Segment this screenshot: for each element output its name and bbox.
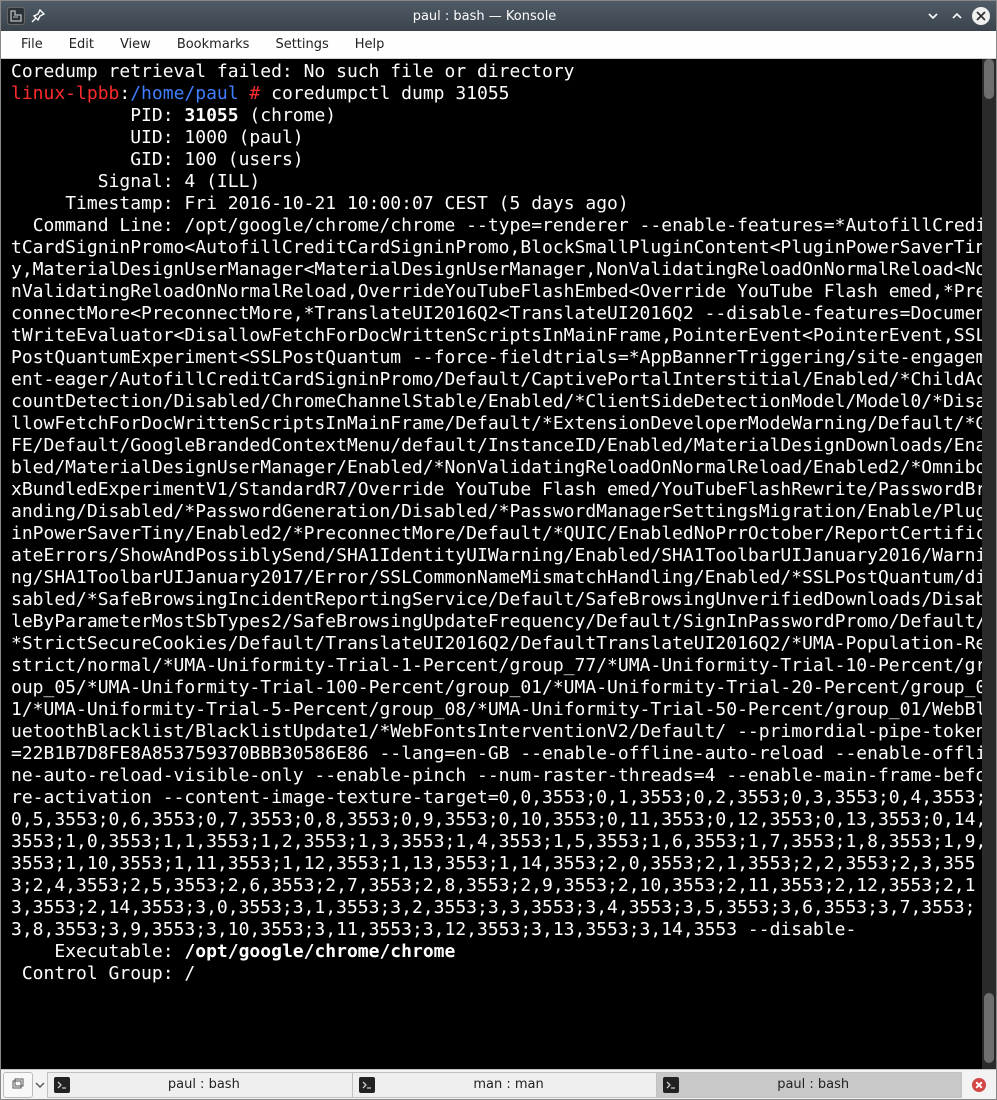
menu-help[interactable]: Help [355,37,385,52]
tab-label: man : man [385,1077,657,1092]
controlgroup-label: Control Group: [11,963,184,984]
uid-label: UID: [11,127,184,148]
close-icon [972,1078,986,1092]
gid-label: GID: [11,149,184,170]
tab-label: paul : bash [80,1077,352,1092]
timestamp-label: Timestamp: [11,193,184,214]
prompt-host: linux-lpbb [11,83,119,104]
menu-file[interactable]: File [21,37,43,52]
pin-icon[interactable] [31,9,45,23]
terminal-output[interactable]: Coredump retrieval failed: No such file … [1,59,996,1069]
executable-label: Executable: [11,941,184,962]
terminal-icon [663,1077,679,1093]
command: coredumpctl dump 31055 [271,83,509,104]
new-tab-menu-arrow-icon[interactable] [35,1072,47,1098]
terminal-icon [359,1077,375,1093]
scrollbar-thumb-top[interactable] [984,59,994,99]
maximize-button[interactable] [948,7,966,25]
close-tab-button[interactable] [968,1074,990,1096]
scrollbar-track[interactable] [982,59,996,1069]
signal-label: Signal: [11,171,184,192]
app-menu-icon[interactable] [7,7,25,25]
error-line: Coredump retrieval failed: No such file … [11,61,575,82]
timestamp-value: Fri 2016-10-21 10:00:07 CEST (5 days ago… [184,193,628,214]
minimize-button[interactable] [924,7,942,25]
pid-label: PID: [11,105,184,126]
terminal-icon [54,1077,70,1093]
uid-value: 1000 (paul) [184,127,303,148]
tab-2[interactable]: paul : bash [657,1072,962,1098]
tab-label: paul : bash [689,1077,961,1092]
menubar: File Edit View Bookmarks Settings Help [1,31,996,59]
menu-edit[interactable]: Edit [69,37,94,52]
window-title: paul : bash — Konsole [51,9,918,24]
tab-1[interactable]: man : man [353,1072,658,1098]
pid-value: 31055 [184,105,238,126]
prompt-cwd: /home/paul [130,83,238,104]
tab-0[interactable]: paul : bash [47,1072,353,1098]
commandline-value: /opt/google/chrome/chrome --type=rendere… [11,215,986,940]
window-titlebar: paul : bash — Konsole [1,1,996,31]
commandline-label: Command Line: [11,215,184,236]
controlgroup-value: / [184,963,195,984]
close-window-button[interactable] [972,7,990,25]
menu-view[interactable]: View [120,37,151,52]
executable-value: /opt/google/chrome/chrome [184,941,455,962]
menu-settings[interactable]: Settings [275,37,328,52]
menu-bookmarks[interactable]: Bookmarks [177,37,250,52]
scrollbar-thumb-bottom[interactable] [984,993,994,1063]
new-tab-button[interactable] [3,1072,33,1098]
gid-value: 100 (users) [184,149,303,170]
tab-bar: paul : bash man : man paul : bash [1,1069,996,1099]
signal-value: 4 (ILL) [184,171,260,192]
